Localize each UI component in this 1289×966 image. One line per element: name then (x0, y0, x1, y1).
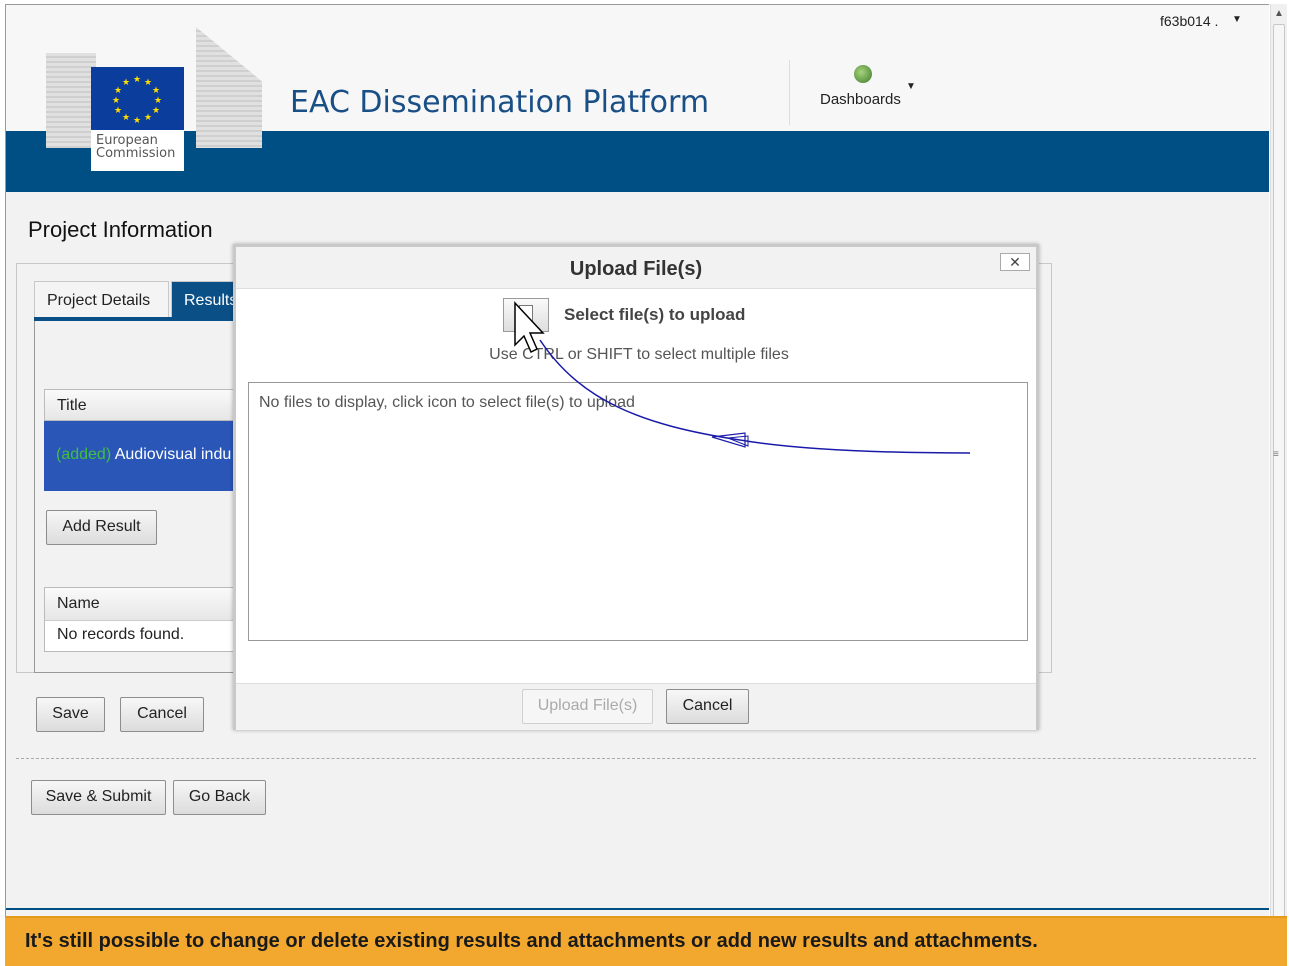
vertical-scrollbar[interactable]: ▲ ≡ (1270, 4, 1287, 966)
svg-text:★: ★ (112, 96, 120, 106)
upload-files-button[interactable]: Upload File(s) (522, 689, 653, 724)
column-header-name[interactable]: Name (45, 588, 243, 621)
file-upload-icon[interactable] (503, 298, 549, 332)
browser-window: ★ ★ ★ ★ ★ ★ ★ ★ ★ ★ ★ ★ European Commission EAC … (5, 4, 1269, 966)
column-header-title[interactable]: Title (44, 389, 244, 421)
svg-text:★: ★ (154, 96, 162, 106)
add-result-button[interactable]: Add Result (46, 510, 157, 545)
scroll-thumb[interactable] (1273, 24, 1285, 964)
scroll-up-icon[interactable]: ▲ (1274, 8, 1284, 19)
svg-text:★: ★ (133, 75, 141, 85)
svg-text:★: ★ (144, 78, 152, 88)
eu-flag-icon: ★ ★ ★ ★ ★ ★ ★ ★ ★ ★ ★ ★ (91, 67, 184, 130)
section-divider (16, 758, 1256, 759)
svg-text:★: ★ (152, 106, 160, 116)
logo-text: European Commission (91, 130, 184, 174)
european-commission-logo[interactable]: ★ ★ ★ ★ ★ ★ ★ ★ ★ ★ ★ ★ European Commission (46, 23, 266, 174)
caret-down-icon: ▼ (906, 81, 916, 92)
app-title: EAC Dissemination Platform (290, 85, 710, 120)
file-list-area: No files to display, click icon to selec… (248, 382, 1028, 641)
tab-project-details[interactable]: Project Details (34, 281, 169, 317)
logo-building-left (46, 53, 96, 148)
save-button[interactable]: Save (36, 697, 105, 732)
close-icon[interactable]: ✕ (1000, 253, 1030, 271)
table-row[interactable]: (added) Audiovisual indu (44, 421, 244, 491)
svg-text:★: ★ (144, 113, 152, 123)
page-title: Project Information (28, 217, 213, 242)
eu-stars: ★ ★★ ★★★ ★★★ ★★★ (112, 75, 162, 126)
logo-line2: Commission (96, 146, 176, 161)
dialog-header: Upload File(s) ✕ (236, 247, 1036, 289)
results-grid: Title (added) Audiovisual indu (44, 389, 244, 491)
user-menu[interactable]: f63b014 . (1160, 13, 1218, 29)
svg-text:★: ★ (152, 86, 160, 96)
empty-records-text: No records found. (45, 621, 243, 651)
dashboards-label: Dashboards (820, 91, 901, 108)
cancel-button[interactable]: Cancel (120, 697, 204, 732)
dialog-title: Upload File(s) (569, 258, 703, 280)
svg-text:★: ★ (122, 113, 130, 123)
dialog-footer: Upload File(s) Cancel (236, 683, 1036, 730)
logo-building-right (196, 27, 262, 148)
user-caret-icon[interactable]: ▼ (1232, 14, 1242, 25)
select-files-label: Select file(s) to upload (564, 305, 746, 324)
svg-text:★: ★ (114, 106, 122, 116)
attachments-grid: Name No records found. (44, 587, 244, 652)
document-icon (519, 305, 533, 323)
added-tag: (added) (56, 446, 112, 463)
result-title: Audiovisual indu (114, 446, 232, 463)
header-separator (789, 60, 790, 125)
svg-text:★: ★ (122, 78, 130, 88)
scroll-grip-icon: ≡ (1273, 449, 1279, 460)
footer-line (6, 908, 1269, 910)
upload-dialog: Upload File(s) ✕ Select file(s) to uploa… (233, 244, 1039, 730)
svg-text:★: ★ (133, 116, 141, 126)
svg-text:★: ★ (114, 86, 122, 96)
dialog-cancel-button[interactable]: Cancel (666, 689, 749, 724)
save-submit-button[interactable]: Save & Submit (31, 780, 166, 815)
dashboards-menu[interactable]: ▼ Dashboards (818, 63, 918, 113)
multi-select-hint: Use CTRL or SHIFT to select multiple fil… (489, 346, 789, 363)
go-back-button[interactable]: Go Back (173, 780, 266, 815)
info-banner: It's still possible to change or delete … (5, 916, 1287, 966)
globe-icon (854, 65, 872, 83)
file-list-empty-text: No files to display, click icon to selec… (259, 394, 635, 411)
